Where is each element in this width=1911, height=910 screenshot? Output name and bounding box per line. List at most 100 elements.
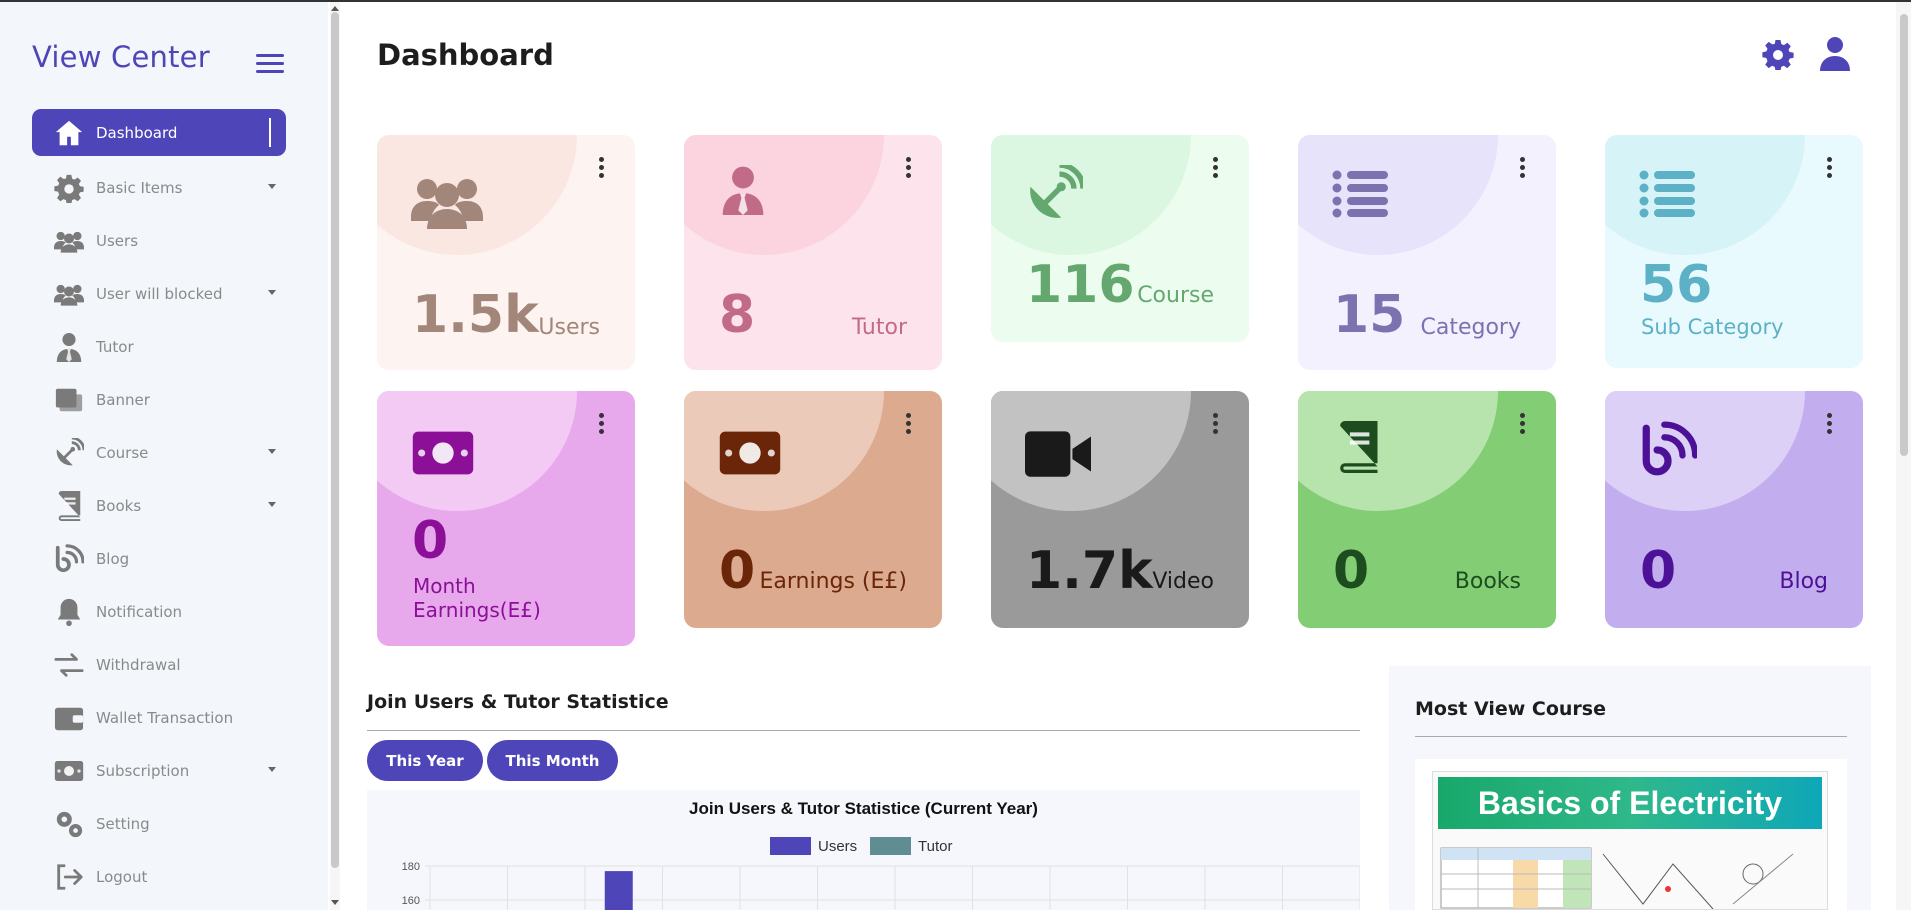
sidebar-item-label: Subscription: [96, 761, 190, 780]
user-profile-icon[interactable]: [1818, 36, 1852, 76]
stat-card-course[interactable]: 116 Course: [991, 135, 1249, 342]
scroll-down-arrow-icon[interactable]: [331, 900, 339, 905]
transfer-icon: [52, 650, 86, 680]
sidebar-item-dashboard[interactable]: Dashboard: [32, 109, 286, 156]
stat-label: Blog: [1779, 569, 1828, 594]
more-options-icon[interactable]: [1213, 413, 1219, 437]
sidebar-item-basic-items[interactable]: Basic Items: [32, 161, 286, 214]
book-icon: [52, 490, 86, 521]
list-icon: [1332, 165, 1388, 225]
hamburger-menu-icon[interactable]: [256, 54, 284, 74]
sidebar-item-withdrawal[interactable]: Withdrawal: [32, 638, 286, 691]
brand-title: View Center: [32, 40, 210, 74]
stat-value: 56: [1640, 255, 1713, 315]
sidebar-item-tutor[interactable]: Tutor: [32, 320, 286, 373]
more-options-icon[interactable]: [1827, 413, 1833, 437]
sidebar-item-label: Wallet Transaction: [96, 708, 234, 727]
stat-card-sub-category[interactable]: 56 Sub Category: [1605, 135, 1863, 368]
stat-label: Sub Category: [1641, 315, 1784, 339]
sidebar-item-books[interactable]: Books: [32, 479, 286, 532]
more-options-icon[interactable]: [1520, 157, 1526, 181]
sidebar-item-label: Books: [96, 496, 142, 515]
sidebar-item-users[interactable]: Users: [32, 214, 286, 267]
sidebar-item-label: Course: [96, 443, 149, 462]
satellite-icon: [1025, 162, 1086, 227]
more-options-icon[interactable]: [906, 413, 912, 437]
stat-value: 0: [719, 541, 756, 601]
caret-down-icon[interactable]: [268, 767, 276, 772]
sidebar-item-label: Setting: [96, 814, 150, 833]
stat-card-video[interactable]: 1.7k Video: [991, 391, 1249, 628]
money-icon: [718, 421, 782, 489]
sidebar-item-label: Banner: [96, 390, 150, 409]
stat-value: 0: [1333, 541, 1370, 601]
sidebar-item-notification[interactable]: Notification: [32, 585, 286, 638]
caret-down-icon[interactable]: [268, 449, 276, 454]
sidebar-item-banner[interactable]: Banner: [32, 373, 286, 426]
video-icon: [1025, 421, 1091, 491]
banner-icon: [52, 385, 86, 415]
card-decoration: [1298, 391, 1498, 511]
scroll-up-arrow-icon[interactable]: [331, 6, 339, 11]
satellite-icon: [52, 437, 86, 468]
sidebar-item-user-will-blocked[interactable]: User will blocked: [32, 267, 286, 320]
stat-label: Month Earnings(E£): [413, 574, 541, 622]
bell-icon: [52, 597, 86, 627]
course-thumbnail[interactable]: Basics of Electricity: [1432, 771, 1828, 910]
stat-card-users[interactable]: 1.5k Users: [377, 135, 635, 370]
more-options-icon[interactable]: [1213, 157, 1219, 181]
more-options-icon[interactable]: [599, 413, 605, 437]
sidebar-item-label: Withdrawal: [96, 655, 181, 674]
divider: [1415, 736, 1847, 737]
caret-down-icon[interactable]: [268, 290, 276, 295]
card-decoration: [1605, 391, 1805, 511]
statistics-chart: Join Users & Tutor Statistice (Current Y…: [367, 790, 1360, 910]
chart-plot: 180 160: [402, 861, 1360, 910]
sidebar-scrollbar-thumb[interactable]: [331, 12, 339, 868]
caret-down-icon[interactable]: [268, 184, 276, 189]
sidebar-item-label: User will blocked: [96, 284, 223, 303]
card-decoration: [991, 391, 1191, 511]
statistics-title: Join Users & Tutor Statistice: [367, 691, 669, 713]
stat-card-blog[interactable]: 0 Blog: [1605, 391, 1863, 628]
stat-card-tutor[interactable]: 8 Tutor: [684, 135, 942, 370]
sidebar-item-wallet-transaction[interactable]: Wallet Transaction: [32, 691, 286, 744]
more-options-icon[interactable]: [906, 157, 912, 181]
caret-down-icon[interactable]: [268, 502, 276, 507]
stat-card-month-earnings-e[interactable]: 0 Month Earnings(E£): [377, 391, 635, 646]
sidebar-item-label: Blog: [96, 549, 130, 568]
stat-value: 8: [719, 285, 756, 345]
sidebar: View Center Dashboard Basic Items Users Use…: [0, 2, 328, 910]
settings-gear-icon[interactable]: [1762, 38, 1794, 74]
page-scrollbar-thumb[interactable]: [1900, 14, 1908, 456]
sidebar-item-blog[interactable]: Blog: [32, 532, 286, 585]
stat-card-books[interactable]: 0 Books: [1298, 391, 1556, 628]
blog-icon: [1639, 421, 1699, 483]
stat-value: 15: [1333, 285, 1406, 345]
tab-this-year[interactable]: This Year: [367, 740, 483, 781]
list-icon: [1639, 165, 1695, 225]
sidebar-item-subscription[interactable]: Subscription: [32, 744, 286, 797]
sidebar-item-logout[interactable]: Logout: [32, 850, 286, 903]
page-title: Dashboard: [377, 38, 554, 72]
stat-label: Earnings (E£): [759, 569, 907, 594]
blog-icon: [52, 543, 86, 574]
home-icon: [52, 118, 86, 148]
bar-users-2: [604, 871, 633, 910]
sidebar-item-setting[interactable]: Setting: [32, 797, 286, 850]
sidebar-item-label: Notification: [96, 602, 183, 621]
more-options-icon[interactable]: [1520, 413, 1526, 437]
users-icon: [52, 279, 86, 309]
stat-card-category[interactable]: 15 Category: [1298, 135, 1556, 370]
course-card[interactable]: Basics of Electricity: [1415, 759, 1847, 910]
tab-this-month[interactable]: This Month: [487, 740, 618, 781]
stat-label: Users: [538, 315, 600, 340]
money-icon: [52, 756, 86, 786]
sidebar-item-label: Users: [96, 231, 139, 250]
sidebar-item-course[interactable]: Course: [32, 426, 286, 479]
card-decoration: [1605, 135, 1805, 255]
more-options-icon[interactable]: [1827, 157, 1833, 181]
more-options-icon[interactable]: [599, 157, 605, 181]
most-view-course-panel: Most View Course Basics of Electricity: [1389, 666, 1871, 910]
stat-card-earnings-e[interactable]: 0 Earnings (E£): [684, 391, 942, 628]
